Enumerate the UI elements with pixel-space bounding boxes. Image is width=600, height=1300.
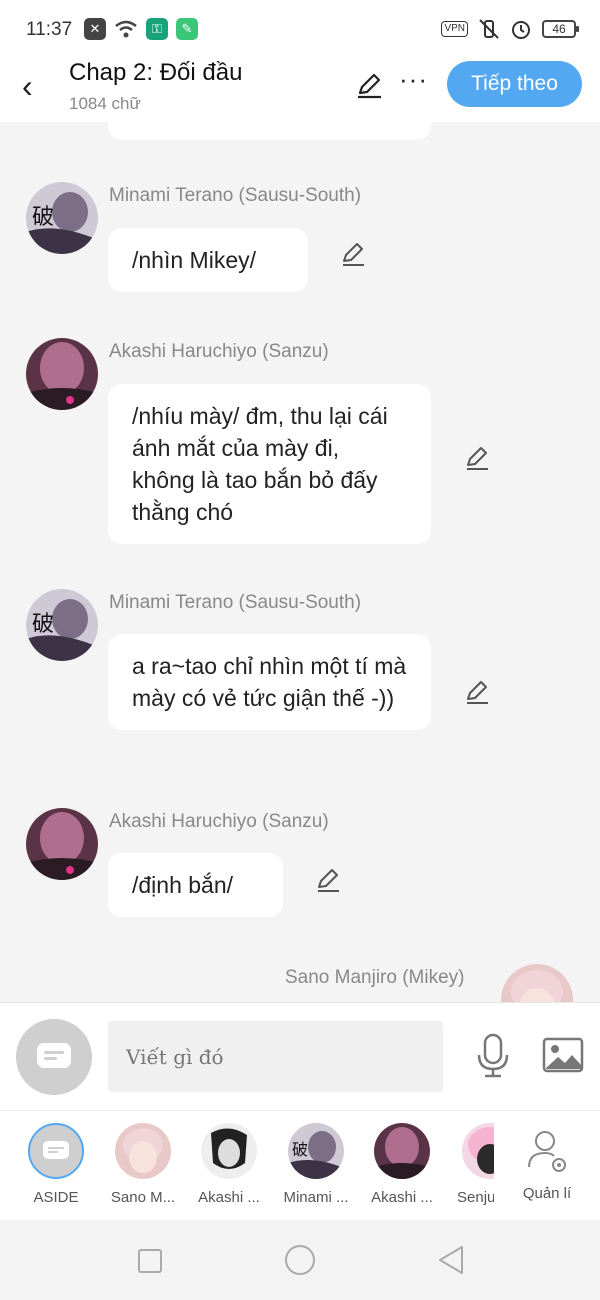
character-minami[interactable]: 破 Minami ... bbox=[276, 1123, 356, 1206]
system-back-icon[interactable] bbox=[437, 1245, 465, 1275]
recents-button[interactable] bbox=[138, 1249, 162, 1273]
system-nav-bar bbox=[0, 1220, 600, 1300]
chat-area[interactable]: 破 Minami Terano (Sausu-South) /nhìn Mike… bbox=[0, 122, 600, 1002]
aside-mode-button[interactable] bbox=[16, 1019, 92, 1095]
sender-name: Akashi Haruchiyo (Sanzu) bbox=[109, 341, 329, 362]
avatar: 破 bbox=[288, 1123, 344, 1179]
avatar-akashi[interactable] bbox=[26, 808, 98, 880]
aside-chat-icon bbox=[43, 1141, 69, 1159]
word-count: 1084 chữ bbox=[69, 94, 141, 113]
character-label: Sano M... bbox=[110, 1189, 176, 1206]
avatar bbox=[374, 1123, 430, 1179]
character-label: Minami ... bbox=[283, 1189, 349, 1206]
avatar bbox=[462, 1123, 494, 1179]
character-akashi-2[interactable]: Akashi ... bbox=[362, 1123, 442, 1206]
status-bar: 11:37 ✕ ⚿ ✎ VPN 46 bbox=[0, 0, 600, 56]
sender-name: Akashi Haruchiyo (Sanzu) bbox=[109, 811, 329, 832]
edit-message-icon[interactable] bbox=[339, 240, 367, 268]
avatar-minami[interactable]: 破 bbox=[26, 589, 98, 661]
previous-message-bubble[interactable] bbox=[108, 122, 431, 140]
message-input[interactable] bbox=[108, 1021, 443, 1092]
sender-name: Sano Manjiro (Mikey) bbox=[285, 967, 465, 988]
status-icons-left: ✕ ⚿ ✎ bbox=[84, 18, 198, 40]
wifi-icon bbox=[115, 20, 137, 38]
character-sano[interactable]: Sano M... bbox=[103, 1123, 183, 1206]
microphone-icon[interactable] bbox=[476, 1033, 510, 1079]
character-label: Quản lí bbox=[522, 1185, 572, 1202]
chapter-title: Chap 2: Đối đầu bbox=[69, 59, 243, 86]
edit-message-icon[interactable] bbox=[463, 678, 491, 706]
message-bubble[interactable]: a ra~tao chỉ nhìn một tí mà mày có vẻ tứ… bbox=[108, 634, 431, 730]
edit-chapter-icon[interactable] bbox=[354, 70, 384, 100]
vpn-icon: VPN bbox=[441, 21, 468, 37]
sender-name: Minami Terano (Sausu-South) bbox=[109, 185, 362, 206]
edit-message-icon[interactable] bbox=[463, 444, 491, 472]
chapter-header: ‹ Chap 2: Đối đầu 1084 chữ ··· Tiếp theo bbox=[0, 56, 600, 122]
home-button[interactable] bbox=[285, 1245, 315, 1275]
character-label: Senju bbox=[457, 1189, 494, 1206]
message-bubble[interactable]: /định bắn/ bbox=[108, 853, 283, 917]
back-button[interactable]: ‹ bbox=[22, 68, 33, 105]
character-aside[interactable]: ASIDE bbox=[16, 1123, 96, 1206]
key-app-icon: ⚿ bbox=[146, 18, 168, 40]
svg-text:破: 破 bbox=[292, 1140, 308, 1159]
character-akashi-1[interactable]: Akashi ... bbox=[189, 1123, 269, 1206]
avatar bbox=[201, 1123, 257, 1179]
image-icon[interactable] bbox=[542, 1037, 584, 1073]
composer-bar bbox=[0, 1002, 600, 1110]
leaf-app-icon: ✎ bbox=[176, 18, 198, 40]
avatar-akashi[interactable] bbox=[26, 338, 98, 410]
status-icons-right: VPN 46 bbox=[441, 18, 579, 40]
svg-text:破: 破 bbox=[32, 205, 54, 230]
clock: 11:37 bbox=[26, 19, 73, 40]
svg-text:破: 破 bbox=[32, 612, 54, 637]
close-notification-icon: ✕ bbox=[84, 18, 106, 40]
avatar bbox=[115, 1123, 171, 1179]
avatar-minami[interactable]: 破 bbox=[26, 182, 98, 254]
character-senju[interactable]: Senju bbox=[448, 1123, 494, 1206]
manage-users-icon bbox=[528, 1131, 566, 1172]
edit-message-icon[interactable] bbox=[314, 866, 342, 894]
character-label: Akashi ... bbox=[371, 1189, 433, 1206]
more-options-button[interactable]: ··· bbox=[399, 64, 428, 95]
character-selector: ASIDE Sano M... Akashi ... 破 Minami ... … bbox=[0, 1110, 600, 1220]
message-bubble[interactable]: /nhìn Mikey/ bbox=[108, 228, 308, 292]
mute-vibrate-icon bbox=[479, 19, 499, 39]
aside-avatar bbox=[28, 1123, 84, 1179]
character-label: Akashi ... bbox=[198, 1189, 260, 1206]
avatar-mikey[interactable] bbox=[501, 964, 573, 1002]
manage-characters-button[interactable]: Quản lí bbox=[507, 1123, 587, 1202]
character-label: ASIDE bbox=[33, 1189, 79, 1206]
aside-chat-icon bbox=[37, 1043, 71, 1068]
sender-name: Minami Terano (Sausu-South) bbox=[109, 592, 362, 613]
message-bubble[interactable]: /nhíu mày/ đm, thu lại cái ánh mắt của m… bbox=[108, 384, 431, 544]
battery-icon: 46 bbox=[542, 20, 579, 38]
next-chapter-button[interactable]: Tiếp theo bbox=[447, 61, 582, 107]
alarm-icon bbox=[512, 21, 530, 39]
